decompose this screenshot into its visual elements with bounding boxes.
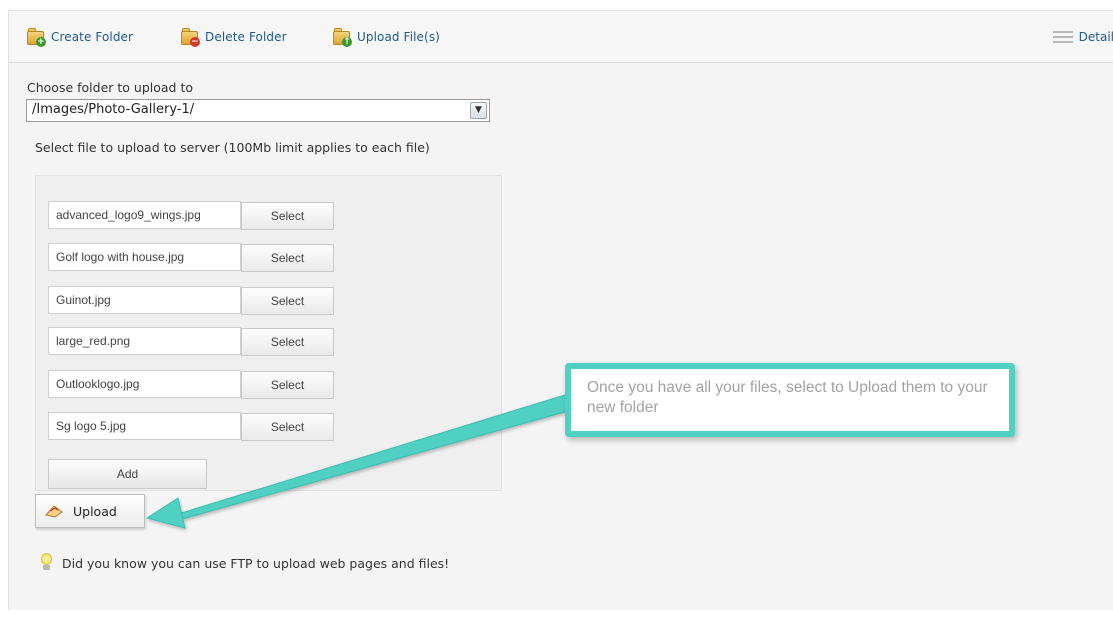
instruction-callout: Once you have all your files, select to … [565, 363, 1015, 437]
callout-arrow [145, 393, 576, 529]
